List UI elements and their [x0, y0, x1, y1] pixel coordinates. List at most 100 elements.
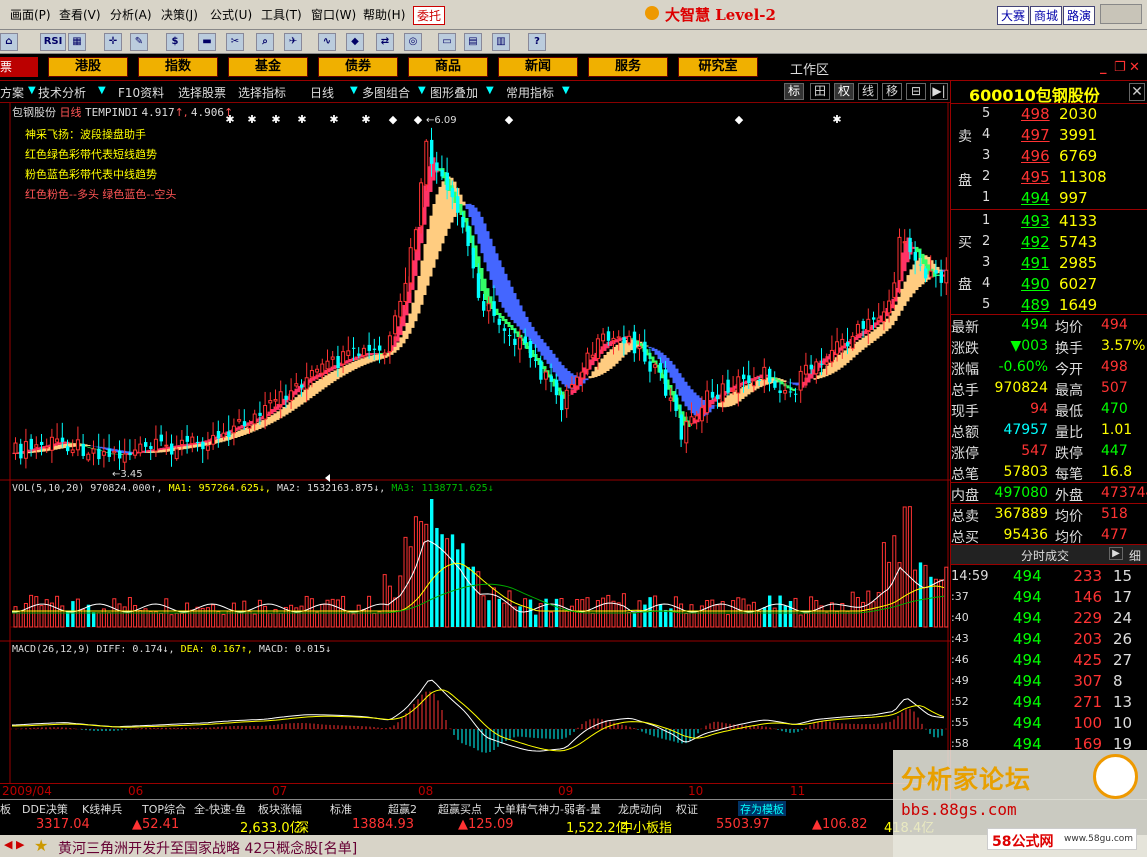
- buy-level-row[interactable]: 2 492 5743: [951, 232, 1147, 253]
- entrust-button[interactable]: 委托: [413, 6, 446, 25]
- ticks-detail-tab[interactable]: 细: [1129, 547, 1141, 564]
- close-icon[interactable]: ✕: [1129, 60, 1140, 75]
- workspace-label[interactable]: 工作区: [790, 59, 829, 78]
- nav-service[interactable]: 服务: [588, 57, 668, 77]
- signal-icon[interactable]: ▬: [198, 33, 216, 51]
- sell-level-row[interactable]: 2 495 11308: [951, 167, 1147, 188]
- f10-tab[interactable]: F10资料: [118, 84, 164, 101]
- buy-level-row[interactable]: 1 493 4133: [951, 211, 1147, 232]
- dropdown-arrow-icon[interactable]: ▼: [28, 85, 36, 96]
- bottom-tab[interactable]: 龙虎动向: [618, 801, 662, 817]
- menu-screen[interactable]: 画面(P): [10, 6, 51, 23]
- rsi-icon[interactable]: RSI: [40, 33, 66, 51]
- help-icon[interactable]: ?: [528, 33, 546, 51]
- nav-research[interactable]: 研究室: [678, 57, 758, 77]
- prev-arrow-icon[interactable]: ◀: [4, 838, 12, 851]
- chart-canvas[interactable]: ✱ ✱ ✱ ✱ ✱ ✱ ◆ ◆ ◆ ◆ ✱: [0, 103, 950, 783]
- menu-analysis[interactable]: 分析(A): [110, 6, 152, 23]
- common-indicator-tab[interactable]: 常用指标: [506, 84, 554, 101]
- menu-window[interactable]: 窗口(W): [311, 6, 356, 23]
- shuffle-icon[interactable]: ⇄: [376, 33, 394, 51]
- chart-icon[interactable]: ▤: [464, 33, 482, 51]
- kline-chart[interactable]: ✱ ✱ ✱ ✱ ✱ ✱ ◆ ◆ ◆ ◆ ✱ 包钢股份 日线 TEMPINDI 4.917↑, 4.9…: [0, 103, 950, 783]
- diamond-icon[interactable]: ◆: [346, 33, 364, 51]
- menu-tools[interactable]: 工具(T): [261, 6, 302, 23]
- select-stock-tab[interactable]: 选择股票: [178, 84, 226, 101]
- grid-button[interactable]: 田: [810, 83, 830, 100]
- globe-icon[interactable]: ◎: [404, 33, 422, 51]
- bird-icon[interactable]: ✈: [284, 33, 302, 51]
- nav-index[interactable]: 指数: [138, 57, 218, 77]
- bottom-tab[interactable]: DDE决策: [22, 801, 68, 817]
- contest-button[interactable]: 大赛: [997, 6, 1030, 25]
- nav-bond[interactable]: 债券: [318, 57, 398, 77]
- next-arrow-icon[interactable]: ▶: [16, 838, 24, 851]
- period-tab[interactable]: 日线: [310, 84, 334, 101]
- sell-level-row[interactable]: 4 497 3991: [951, 125, 1147, 146]
- bottom-tab[interactable]: K线神兵: [82, 801, 122, 817]
- dropdown-arrow-icon[interactable]: ▼: [418, 85, 426, 96]
- ticks-expand-button[interactable]: ▶: [1109, 547, 1123, 560]
- select-indicator-tab[interactable]: 选择指标: [238, 84, 286, 101]
- tech-analysis-tab[interactable]: 技术分析: [38, 84, 86, 101]
- home-icon[interactable]: ⌂: [0, 33, 18, 51]
- menu-formula[interactable]: 公式(U): [210, 6, 252, 23]
- buy-level-row[interactable]: 3 491 2985: [951, 253, 1147, 274]
- sell-level-row[interactable]: 1 494 997: [951, 188, 1147, 209]
- binoculars-icon[interactable]: ⌕: [256, 33, 274, 51]
- multi-chart-tab[interactable]: 多图组合: [362, 84, 410, 101]
- nav-fund[interactable]: 基金: [228, 57, 308, 77]
- bottom-tab[interactable]: 板块涨幅: [258, 801, 302, 817]
- nav-news[interactable]: 新闻: [498, 57, 578, 77]
- bottom-tab[interactable]: 全-快速-鱼: [194, 801, 246, 817]
- move-button[interactable]: 移: [882, 83, 902, 100]
- nav-stub-button[interactable]: 票: [0, 57, 38, 77]
- books-icon[interactable]: ▥: [492, 33, 510, 51]
- minimize-icon[interactable]: _: [1100, 60, 1107, 75]
- bottom-tab[interactable]: 大单精气神力-弱者-量: [494, 801, 601, 817]
- close-panel-icon[interactable]: ✕: [1129, 83, 1145, 101]
- line-button[interactable]: 线: [858, 83, 878, 100]
- end-button[interactable]: ▶|: [930, 83, 948, 100]
- dropdown-arrow-icon[interactable]: ▼: [486, 85, 494, 96]
- sell-level-row[interactable]: 3 496 6769: [951, 146, 1147, 167]
- overlay-tab[interactable]: 图形叠加: [430, 84, 478, 101]
- bottom-tab[interactable]: 超赢2: [388, 801, 417, 817]
- menu-help[interactable]: 帮助(H): [363, 6, 405, 23]
- scheme-tab[interactable]: 方案: [0, 84, 24, 101]
- buy-level-row[interactable]: 4 490 6027: [951, 274, 1147, 295]
- roadshow-button[interactable]: 路演: [1063, 6, 1096, 25]
- nav-hk-stock[interactable]: 港股: [48, 57, 128, 77]
- sell-level-row[interactable]: 5 498 2030: [951, 104, 1147, 125]
- grid-icon[interactable]: ▦: [68, 33, 86, 51]
- bottom-tab[interactable]: 超赢买点: [438, 801, 482, 817]
- cross-icon[interactable]: ✛: [104, 33, 122, 51]
- tools-icon[interactable]: ✂: [226, 33, 244, 51]
- ticker-text[interactable]: 黄河三角洲开发升至国家战略 42只概念股[名单]: [58, 838, 357, 857]
- restore-icon[interactable]: ❐: [1114, 60, 1126, 75]
- candle-body: [336, 356, 340, 369]
- rights-button[interactable]: 权: [834, 83, 854, 100]
- window-controls[interactable]: [1100, 4, 1142, 24]
- mall-button[interactable]: 商城: [1030, 6, 1063, 25]
- dollar-icon[interactable]: $: [166, 33, 184, 51]
- wave-icon[interactable]: ∿: [318, 33, 336, 51]
- bottom-tab[interactable]: 存为模板: [738, 801, 786, 817]
- bottom-tab[interactable]: 标准: [330, 801, 352, 817]
- bottom-tab[interactable]: 权证: [676, 801, 698, 817]
- volume-bar: [13, 606, 18, 628]
- menu-decision[interactable]: 决策(J): [161, 6, 198, 23]
- ruler-icon[interactable]: ✎: [130, 33, 148, 51]
- bottom-tab[interactable]: TOP综合: [142, 801, 186, 817]
- buy-level-row[interactable]: 5 489 1649: [951, 295, 1147, 316]
- dropdown-arrow-icon[interactable]: ▼: [98, 85, 106, 96]
- dropdown-arrow-icon[interactable]: ▼: [350, 85, 358, 96]
- menu-view[interactable]: 查看(V): [59, 6, 101, 23]
- dropdown-arrow-icon[interactable]: ▼: [562, 85, 570, 96]
- bottom-tab[interactable]: 板: [0, 801, 11, 817]
- minimize-panel-button[interactable]: ⊟: [906, 83, 926, 100]
- drawer-icon[interactable]: ▭: [438, 33, 456, 51]
- mark-button[interactable]: 标: [784, 83, 804, 100]
- candle-body: [908, 237, 912, 253]
- nav-commodity[interactable]: 商品: [408, 57, 488, 77]
